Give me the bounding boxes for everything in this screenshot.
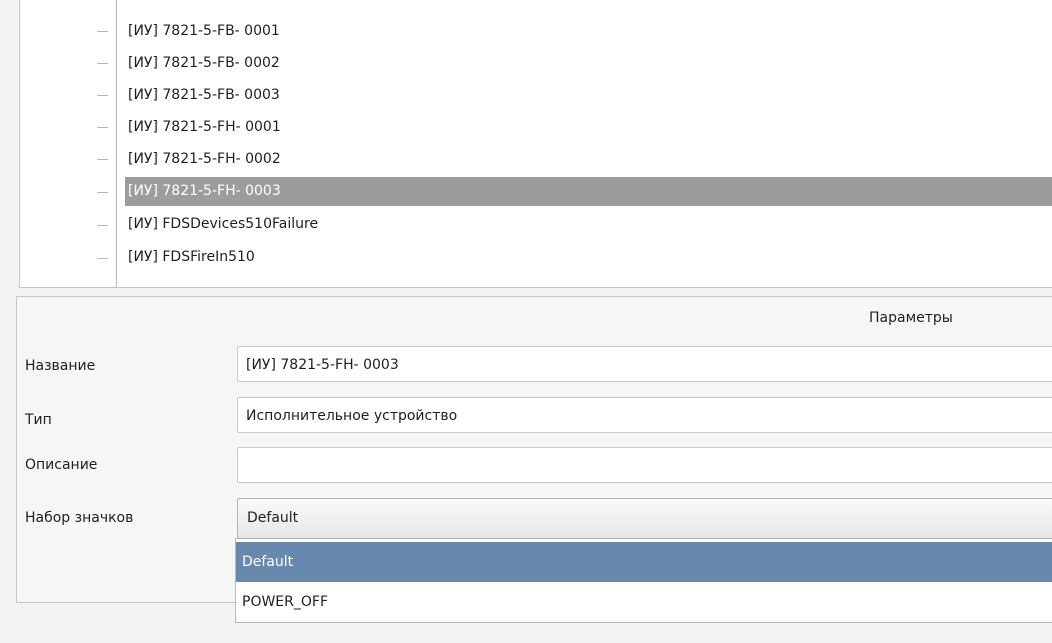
tree-connector (97, 258, 108, 259)
object-tree[interactable]: [ИУ] 7821-5-FB- 0001 [ИУ] 7821-5-FB- 000… (19, 0, 1052, 288)
name-label: Название (25, 358, 96, 374)
tree-connector (97, 95, 108, 96)
tree-connector (97, 63, 108, 64)
tree-connector (97, 225, 108, 226)
description-label: Описание (25, 457, 98, 473)
tree-branch-line (116, 0, 117, 287)
iconset-dropdown-list[interactable]: Default POWER_OFF (235, 538, 1052, 623)
description-field[interactable] (237, 447, 1052, 483)
tree-item[interactable]: [ИУ] FDSDevices510Failure (125, 210, 1052, 239)
tree-item[interactable]: [ИУ] 7821-5-FH- 0002 (125, 145, 1052, 174)
tree-connector (97, 31, 108, 32)
tree-item-selected[interactable]: [ИУ] 7821-5-FH- 0003 (125, 177, 1052, 206)
type-field[interactable]: Исполнительное устройство (237, 397, 1052, 433)
tree-connector (97, 127, 108, 128)
tree-item[interactable]: [ИУ] FDSFireIn510 (125, 243, 1052, 272)
iconset-option-default[interactable]: Default (236, 542, 1052, 582)
iconset-option-power-off[interactable]: POWER_OFF (236, 582, 1052, 622)
parameters-header: Параметры (869, 310, 953, 326)
name-field[interactable]: [ИУ] 7821-5-FH- 0003 (237, 346, 1052, 382)
iconset-label: Набор значков (25, 510, 134, 526)
tree-connector (97, 159, 108, 160)
iconset-combobox[interactable]: Default (237, 498, 1052, 539)
type-label: Тип (25, 412, 52, 428)
tree-connector (97, 192, 108, 193)
tree-item[interactable]: [ИУ] 7821-5-FB- 0001 (125, 17, 1052, 46)
tree-item[interactable]: [ИУ] 7821-5-FB- 0002 (125, 49, 1052, 78)
tree-item[interactable]: [ИУ] 7821-5-FH- 0001 (125, 113, 1052, 142)
tree-item[interactable]: [ИУ] 7821-5-FB- 0003 (125, 81, 1052, 110)
tree-connector (97, 287, 108, 288)
